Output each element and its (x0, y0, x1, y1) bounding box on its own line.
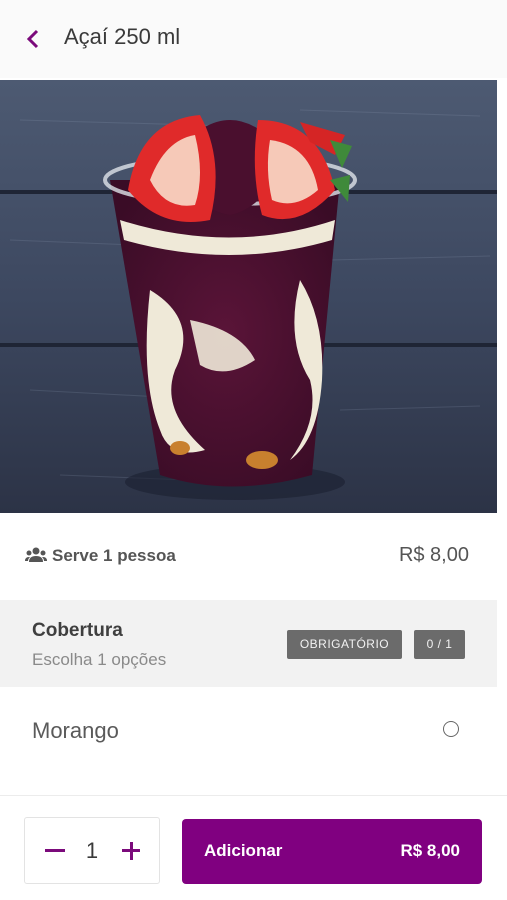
serves-label: Serve 1 pessoa (52, 546, 176, 565)
options-group-subtitle: Escolha 1 opções (32, 650, 167, 669)
quantity-stepper: 1 (24, 817, 160, 884)
decrease-quantity-button[interactable] (41, 836, 69, 864)
product-info-row: Serve 1 pessoa R$ 8,00 (0, 515, 497, 597)
app-header: Açaí 250 ml (0, 0, 507, 78)
option-item-morango[interactable]: Morango (0, 690, 497, 772)
selection-count-badge: 0 / 1 (414, 630, 465, 659)
product-price: R$ 8,00 (398, 544, 469, 566)
back-button[interactable] (24, 28, 44, 50)
add-button-price: R$ 8,00 (400, 841, 460, 860)
add-to-cart-button[interactable]: Adicionar R$ 8,00 (182, 819, 482, 884)
required-badge: OBRIGATÓRIO (287, 630, 402, 659)
product-image (0, 80, 497, 513)
people-icon (25, 547, 47, 562)
options-group-title: Cobertura (32, 620, 123, 641)
quantity-value: 1 (85, 838, 99, 863)
chevron-left-icon (26, 29, 39, 49)
options-group-header: Cobertura Escolha 1 opções OBRIGATÓRIO 0… (0, 600, 497, 687)
option-radio[interactable] (443, 721, 459, 737)
footer-divider (0, 795, 507, 796)
page-title: Açaí 250 ml (64, 24, 181, 49)
increase-quantity-button[interactable] (117, 836, 145, 864)
add-button-label: Adicionar (204, 841, 283, 860)
option-label: Morango (32, 718, 119, 743)
